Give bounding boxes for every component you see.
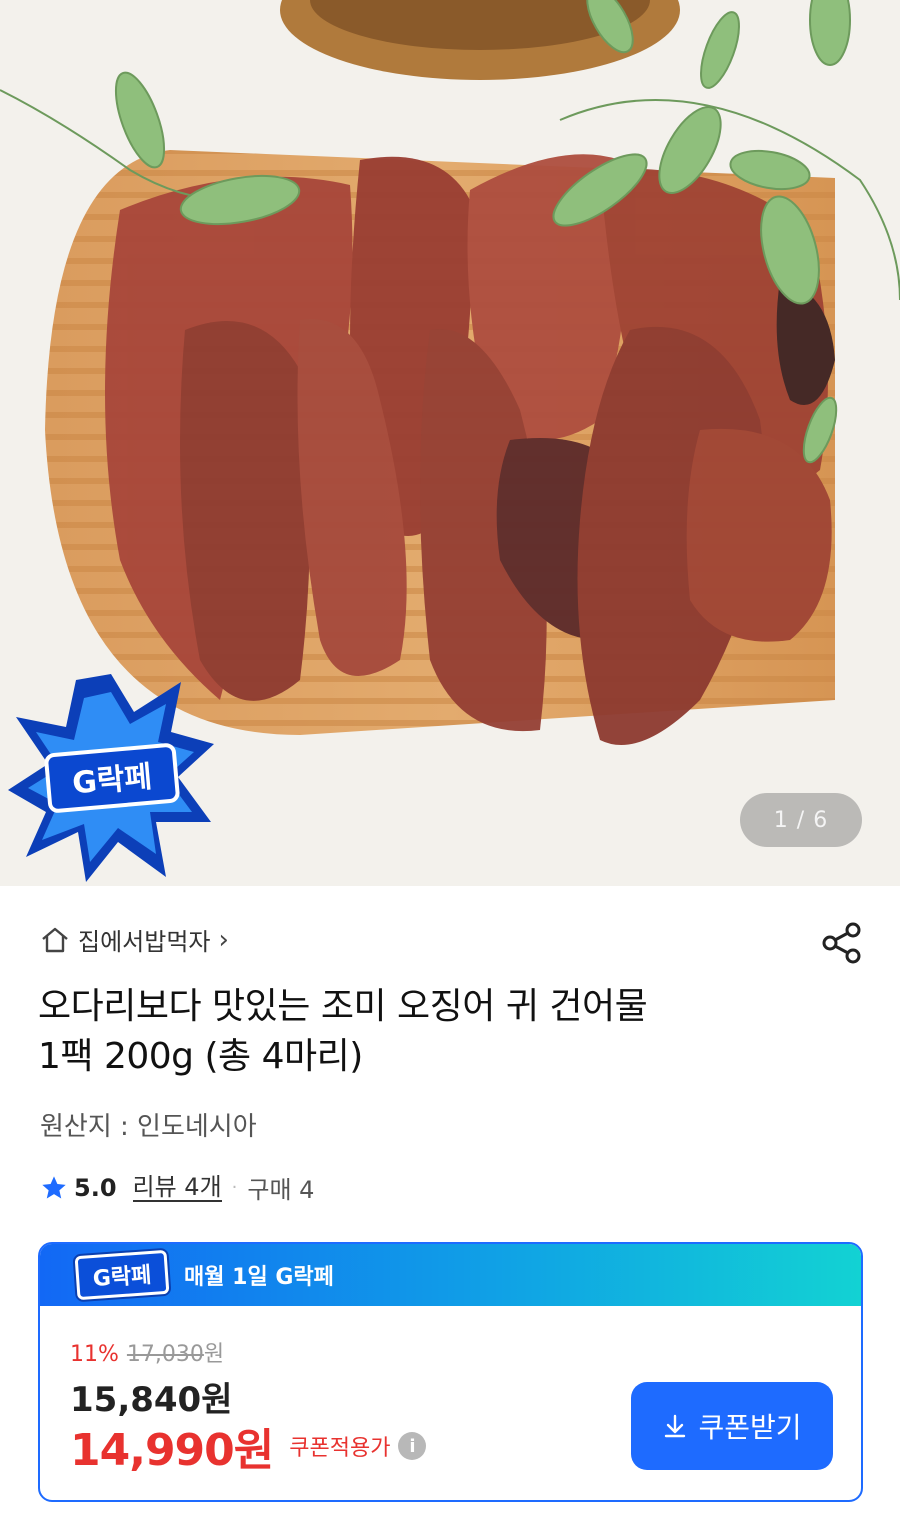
seller-name: 집에서밥먹자 bbox=[78, 928, 211, 956]
g-lakpe-logo: G락페 bbox=[74, 1249, 170, 1301]
original-price: 17,030 bbox=[126, 1342, 204, 1367]
info-icon[interactable]: i bbox=[398, 1432, 427, 1460]
rating-row: 5.0 리뷰 4개 · 구매 4 bbox=[40, 1170, 314, 1205]
discount-row: 11% 17,030 원 bbox=[70, 1336, 224, 1368]
download-icon bbox=[665, 1414, 686, 1438]
promo-title: 매월 1일 G락페 bbox=[184, 1265, 334, 1290]
product-image[interactable]: G락페 1 / 6 bbox=[0, 0, 900, 886]
purchase-count: 구매 4 bbox=[247, 1176, 315, 1204]
get-coupon-label: 쿠폰받기 bbox=[698, 1411, 802, 1444]
rating-score: 5.0 bbox=[74, 1173, 117, 1202]
review-count-link[interactable]: 리뷰 4개 bbox=[132, 1174, 222, 1202]
product-title: 오다리보다 맛있는 조미 오징어 귀 건어물 1팩 200g (총 4마리) bbox=[38, 982, 838, 1082]
promo-price-card: G락페 매월 1일 G락페 11% 17,030 원 15,840원 14,99… bbox=[38, 1242, 863, 1502]
g-lakpe-badge: G락페 bbox=[8, 674, 214, 882]
share-icon[interactable] bbox=[820, 922, 864, 964]
home-icon bbox=[42, 927, 68, 952]
separator-dot: · bbox=[231, 1177, 238, 1198]
seller-link[interactable]: 집에서밥먹자 › bbox=[40, 922, 229, 957]
coupon-price: 14,990원 bbox=[70, 1425, 274, 1476]
title-line-1: 오다리보다 맛있는 조미 오징어 귀 건어물 bbox=[38, 986, 648, 1027]
origin-text: 원산지 : 인도네시아 bbox=[40, 1112, 257, 1142]
discount-percent: 11% bbox=[70, 1342, 119, 1367]
title-line-2: 1팩 200g (총 4마리) bbox=[38, 1036, 363, 1077]
promo-header: G락페 매월 1일 G락페 bbox=[40, 1244, 861, 1306]
get-coupon-button[interactable]: 쿠폰받기 bbox=[631, 1382, 833, 1470]
star-icon bbox=[42, 1175, 66, 1198]
badge-text: G락페 bbox=[71, 760, 154, 802]
image-counter: 1 / 6 bbox=[740, 793, 862, 847]
original-price-unit: 원 bbox=[203, 1342, 225, 1367]
coupon-price-row: 14,990원 쿠폰적용가 i bbox=[70, 1414, 427, 1478]
coupon-price-label: 쿠폰적용가 bbox=[289, 1436, 391, 1461]
chevron-right-icon: › bbox=[218, 924, 229, 955]
